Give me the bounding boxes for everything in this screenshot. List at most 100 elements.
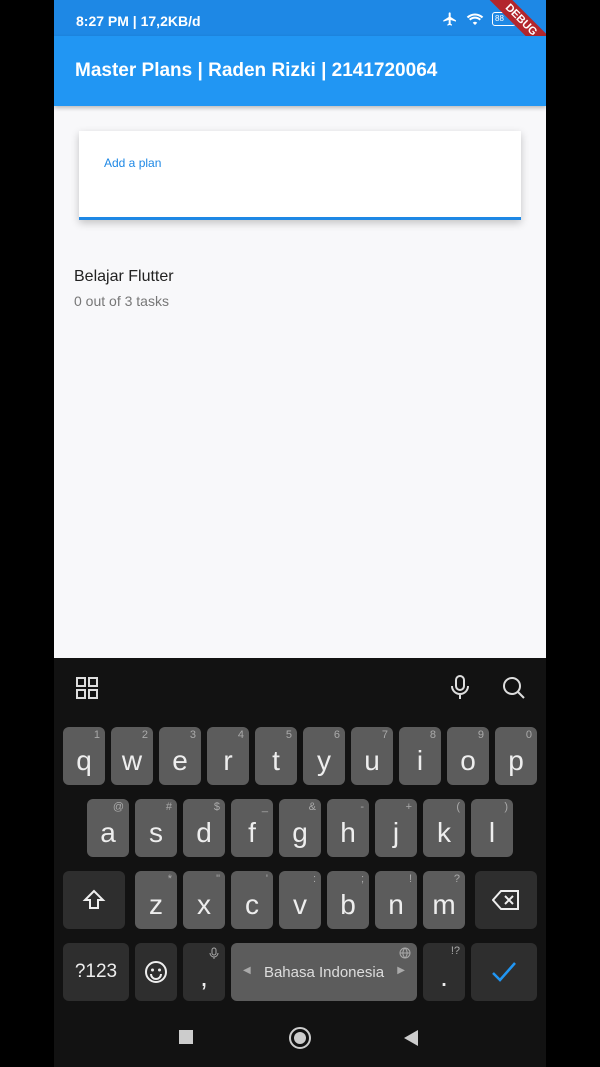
- key-hint: ;: [360, 873, 364, 885]
- key-r[interactable]: 4r: [207, 727, 249, 785]
- symbols-key[interactable]: ?123: [63, 943, 129, 1001]
- key-hint: +: [405, 801, 412, 813]
- key-hint: #: [165, 801, 172, 813]
- key-label: i: [416, 745, 424, 776]
- key-y[interactable]: 6y: [303, 727, 345, 785]
- key-j[interactable]: + j: [375, 799, 417, 857]
- app-bar: Master Plans | Raden Rizki | 2141720064: [54, 36, 546, 106]
- key-x[interactable]: " x: [183, 871, 225, 929]
- enter-key[interactable]: [471, 943, 537, 1001]
- key-c[interactable]: ' c: [231, 871, 273, 929]
- key-label: u: [364, 745, 380, 776]
- key-label: q: [76, 745, 92, 776]
- key-hint: ": [216, 873, 220, 885]
- key-label: c: [245, 889, 259, 920]
- key-t[interactable]: 5t: [255, 727, 297, 785]
- comma-label: ,: [200, 961, 208, 992]
- key-label: j: [392, 817, 400, 848]
- key-hint: 4: [237, 729, 244, 741]
- mic-icon[interactable]: [450, 675, 470, 701]
- key-a[interactable]: @ a: [87, 799, 129, 857]
- key-label: t: [272, 745, 280, 776]
- key-h[interactable]: -h: [327, 799, 369, 857]
- shift-key[interactable]: [63, 871, 125, 929]
- nav-recents-icon[interactable]: [179, 1030, 193, 1044]
- key-f[interactable]: _ f: [231, 799, 273, 857]
- key-label: h: [340, 817, 356, 848]
- key-label: f: [248, 817, 256, 848]
- key-hint: &: [308, 801, 316, 813]
- page-title: Master Plans | Raden Rizki | 2141720064: [75, 60, 438, 81]
- key-u[interactable]: 7u: [351, 727, 393, 785]
- apps-grid-icon[interactable]: [76, 677, 98, 699]
- key-w[interactable]: 2w: [111, 727, 153, 785]
- key-label: s: [149, 817, 163, 848]
- key-d[interactable]: $ d: [183, 799, 225, 857]
- add-plan-card[interactable]: Add a plan: [79, 131, 521, 220]
- key-m[interactable]: ? m: [423, 871, 465, 929]
- key-hint: 1: [93, 729, 100, 741]
- backspace-key[interactable]: [475, 871, 537, 929]
- key-hint: 9: [477, 729, 484, 741]
- wifi-icon: [466, 13, 484, 25]
- key-hint: !: [408, 873, 412, 885]
- key-hint: 8: [429, 729, 436, 741]
- key-b[interactable]: ; b: [327, 871, 369, 929]
- key-label: b: [340, 889, 356, 920]
- key-hint: -: [360, 801, 364, 813]
- search-icon[interactable]: [502, 676, 526, 700]
- key-label: x: [197, 889, 211, 920]
- key-hint: ?: [453, 873, 460, 885]
- key-hint: 5: [285, 729, 292, 741]
- nav-home-icon[interactable]: [288, 1026, 312, 1050]
- key-z[interactable]: * z: [135, 871, 177, 929]
- add-plan-input[interactable]: Add a plan: [104, 156, 161, 170]
- plan-title: Belajar Flutter: [74, 268, 174, 285]
- comma-key[interactable]: ,: [183, 943, 225, 1001]
- plan-subtitle: 0 out of 3 tasks: [74, 293, 169, 309]
- period-label: .: [440, 961, 448, 992]
- emoji-icon: [145, 961, 167, 983]
- key-hint: ): [504, 801, 508, 813]
- key-q[interactable]: 1q: [63, 727, 105, 785]
- key-label: p: [508, 745, 524, 776]
- key-label: w: [121, 745, 143, 776]
- backspace-icon: [492, 890, 519, 910]
- key-v[interactable]: :v: [279, 871, 321, 929]
- key-label: l: [488, 817, 496, 848]
- period-key[interactable]: !? .: [423, 943, 465, 1001]
- key-i[interactable]: 8i: [399, 727, 441, 785]
- key-g[interactable]: & g: [279, 799, 321, 857]
- key-hint: *: [167, 873, 172, 885]
- key-label: y: [317, 745, 331, 776]
- key-hint: 6: [333, 729, 340, 741]
- key-label: e: [172, 745, 188, 776]
- nav-back-icon[interactable]: [403, 1029, 419, 1047]
- keyboard: 1q2w3e4r5t6y7u8i9o0p @ a # s $ d _ f & g - h + j(k) l …: [54, 658, 546, 1067]
- key-s[interactable]: # s: [135, 799, 177, 857]
- battery-level: 88: [495, 14, 504, 23]
- key-l[interactable]: ) l: [471, 799, 513, 857]
- key-hint: _: [261, 801, 268, 813]
- symbols-label: ?123: [74, 961, 118, 982]
- space-key[interactable]: ◀ Bahasa Indonesia ▶: [231, 943, 417, 1001]
- key-k[interactable]: (k: [423, 799, 465, 857]
- list-item[interactable]: Belajar Flutter 0 out of 3 tasks: [74, 268, 174, 309]
- key-n[interactable]: ! n: [375, 871, 417, 929]
- key-hint: ': [265, 873, 268, 885]
- key-label: k: [437, 817, 451, 848]
- key-hint: $: [213, 801, 220, 813]
- key-label: r: [223, 745, 233, 776]
- key-e[interactable]: 3e: [159, 727, 201, 785]
- navigation-bar: [54, 1010, 546, 1067]
- key-hint: 7: [381, 729, 388, 741]
- key-o[interactable]: 9o: [447, 727, 489, 785]
- key-label: m: [432, 889, 456, 920]
- space-label: Bahasa Indonesia: [263, 964, 385, 981]
- key-hint: :: [312, 873, 316, 885]
- key-hint: 0: [525, 729, 532, 741]
- key-p[interactable]: 0p: [495, 727, 537, 785]
- emoji-key[interactable]: [135, 943, 177, 1001]
- key-label: v: [293, 889, 307, 920]
- key-hint: @: [112, 801, 124, 813]
